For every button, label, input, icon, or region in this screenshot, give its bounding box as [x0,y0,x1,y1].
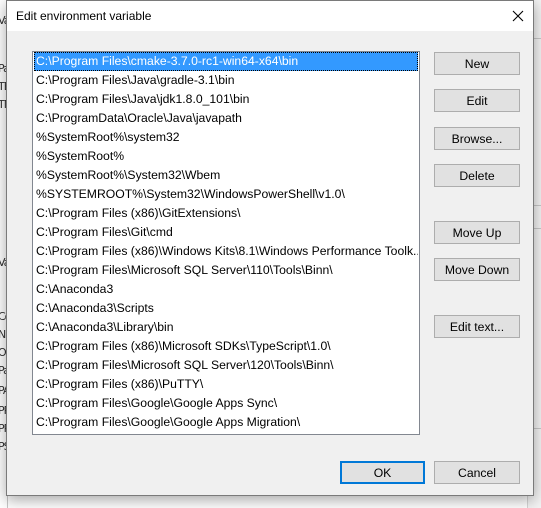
list-item[interactable]: C:\Program Files (x86)\Windows Kits\8.1\… [34,242,418,261]
edit-button[interactable]: Edit [434,89,520,112]
list-item[interactable]: C:\Program Files\Microsoft SQL Server\11… [34,261,418,280]
cancel-button[interactable]: Cancel [434,461,520,484]
list-item[interactable]: %SystemRoot% [34,147,418,166]
delete-button-label: Delete [459,168,495,183]
path-entries-list[interactable]: C:\Program Files\cmake-3.7.0-rc1-win64-x… [32,51,420,435]
new-button-label: New [464,56,490,71]
list-item[interactable]: %SYSTEMROOT%\System32\WindowsPowerShell\… [34,185,418,204]
list-item[interactable]: C:\Program Files\Google\Google Apps Sync… [34,394,418,413]
list-item[interactable]: C:\ProgramData\Oracle\Java\javapath [34,109,418,128]
desktop-scene: VaPaTETMVaCoNUOSPaPAPRPRPS Edit environm… [0,0,541,508]
list-item[interactable]: C:\Program Files\Git\cmd [34,223,418,242]
list-item[interactable]: %SystemRoot%\System32\Wbem [34,166,418,185]
edit-text-button-label: Edit text... [449,319,505,334]
dialog-title: Edit environment variable [16,9,152,23]
list-item[interactable]: C:\Anaconda3\Scripts [34,299,418,318]
browse-button-label: Browse... [451,131,503,146]
cancel-button-label: Cancel [458,465,496,480]
close-button[interactable] [503,1,533,31]
new-button[interactable]: New [434,52,520,75]
list-item[interactable]: C:\Program Files\Microsoft SQL Server\12… [34,356,418,375]
list-item[interactable]: C:\Program Files (x86)\GitExtensions\ [34,204,418,223]
move-up-button[interactable]: Move Up [434,221,520,244]
list-item[interactable]: C:\Program Files\Java\gradle-3.1\bin [34,71,418,90]
list-item[interactable]: C:\Anaconda3\Library\bin [34,318,418,337]
edit-text-button[interactable]: Edit text... [434,315,520,338]
list-item[interactable]: C:\Program Files\Google\Google Apps Migr… [34,413,418,432]
ok-button[interactable]: OK [340,461,425,484]
close-icon [512,10,524,22]
move-down-button[interactable]: Move Down [434,258,520,281]
list-item[interactable]: C:\Program Files\cmake-3.7.0-rc1-win64-x… [34,52,418,71]
delete-button[interactable]: Delete [434,164,520,187]
move-up-button-label: Move Up [452,225,502,240]
list-item[interactable]: C:\Program Files\Java\jdk1.8.0_101\bin [34,90,418,109]
list-item[interactable]: C:\Anaconda3 [34,280,418,299]
edit-button-label: Edit [466,93,488,108]
list-item[interactable]: C:\Program Files (x86)\Microsoft SDKs\Ty… [34,337,418,356]
browse-button[interactable]: Browse... [434,127,520,150]
move-down-button-label: Move Down [444,262,510,277]
title-bar[interactable]: Edit environment variable [7,1,533,31]
edit-environment-variable-dialog: Edit environment variable C:\Program Fil… [6,0,534,496]
ok-button-label: OK [373,465,392,480]
list-item[interactable]: %SystemRoot%\system32 [34,128,418,147]
list-item[interactable]: C:\Program Files (x86)\PuTTY\ [34,375,418,394]
